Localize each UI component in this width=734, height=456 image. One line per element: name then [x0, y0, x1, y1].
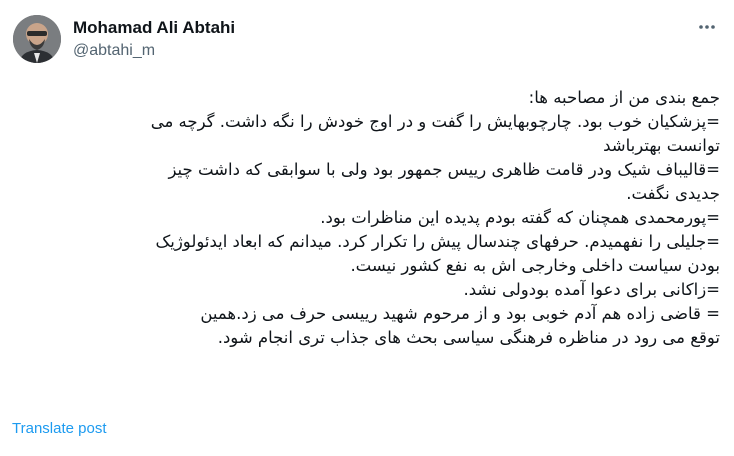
tweet-line: توانست بهترباشد	[603, 136, 720, 155]
tweet-line: جمع بندی من از مصاحبه ها:	[528, 88, 720, 107]
display-name[interactable]: Mohamad Ali Abtahi	[73, 17, 235, 39]
tweet-line: بودن سیاست داخلی وخارجی اش به نفع کشور ن…	[350, 256, 720, 275]
tweet-line: =زاکانی برای دعوا آمده بودولی نشد.	[463, 280, 720, 299]
tweet-line: =پزشکیان خوب بود. چارچوبهایش را گفت و در…	[150, 112, 720, 131]
tweet-text: جمع بندی من از مصاحبه ها: =پزشکیان خوب ب…	[12, 86, 720, 350]
more-options-button[interactable]	[694, 14, 720, 40]
tweet-line: جدیدی نگفت.	[626, 184, 720, 203]
more-horizontal-icon	[699, 25, 715, 29]
tweet-line: =قالیباف شیک ودر قامت ظاهری رییس جمهور ب…	[168, 160, 720, 179]
avatar-image	[13, 15, 61, 63]
translate-post-link[interactable]: Translate post	[12, 419, 107, 439]
tweet-line: =پورمحمدی همچنان که گفته بودم پدیده این …	[320, 208, 720, 227]
avatar[interactable]	[13, 15, 61, 63]
tweet-line: =جلیلی را نفهمیدم. حرفهای چندسال پیش را …	[155, 232, 720, 251]
user-info: Mohamad Ali Abtahi @abtahi_m	[73, 17, 235, 61]
tweet-line: توقع می رود در مناظره فرهنگی سیاسی بحث ه…	[217, 328, 720, 347]
user-handle[interactable]: @abtahi_m	[73, 41, 235, 61]
tweet-card: Mohamad Ali Abtahi @abtahi_m جمع بندی من…	[0, 0, 734, 456]
tweet-line: = قاضی زاده هم آدم خوبی بود و از مرحوم ش…	[200, 304, 720, 323]
